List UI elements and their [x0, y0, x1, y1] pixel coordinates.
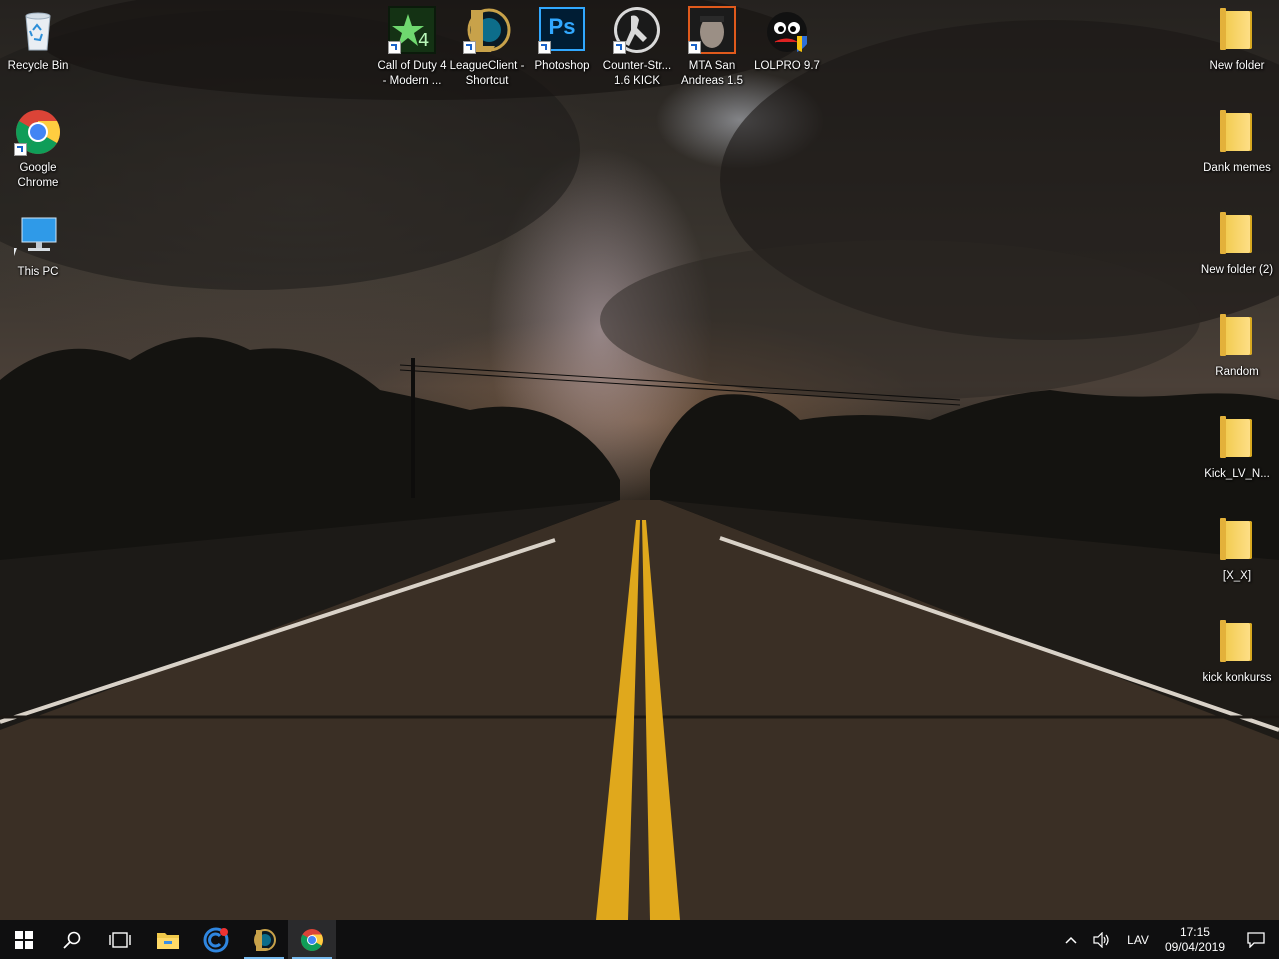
- shortcut-arrow-icon: [14, 143, 27, 156]
- computer-icon: [1, 212, 62, 260]
- lolpro-icon: [763, 6, 811, 54]
- folder-icon: [1213, 516, 1261, 564]
- photoshop-desktop-icon[interactable]: Ps Photoshop: [524, 6, 600, 74]
- desktop-icon-label: [X_X]: [1222, 570, 1252, 582]
- cod4-desktop-icon[interactable]: 4 Call of Duty 4 - Modern ...: [374, 6, 450, 89]
- photoshop-icon: Ps: [538, 6, 586, 54]
- desktop-icon-label: kick konkurss: [1202, 672, 1272, 684]
- search-icon: [63, 931, 81, 949]
- task-view-icon: [109, 931, 131, 948]
- file-explorer-button[interactable]: [144, 920, 192, 959]
- task-view-button[interactable]: [96, 920, 144, 959]
- notification-icon: [1247, 931, 1265, 948]
- folder-new-folder-2[interactable]: New folder (2): [1199, 210, 1275, 278]
- search-button[interactable]: [48, 920, 96, 959]
- desktop-icon-label: LOLPRO 9.7: [754, 60, 820, 72]
- folder-x-x[interactable]: [X_X]: [1199, 516, 1275, 584]
- desktop-icon-label: Photoshop: [534, 60, 590, 72]
- show-hidden-icons-button[interactable]: [1057, 920, 1085, 959]
- chrome-taskbar-button[interactable]: [288, 920, 336, 959]
- taskbar: LAV 17:15 09/04/2019: [0, 920, 1279, 959]
- start-button[interactable]: [0, 920, 48, 959]
- folder-icon: [1213, 414, 1261, 462]
- folder-icon: [157, 932, 179, 949]
- desktop-icon-label: Counter-Str... 1.6 KICK: [602, 60, 672, 87]
- clock-time: 17:15: [1179, 924, 1210, 939]
- clock-date: 09/04/2019: [1164, 939, 1225, 954]
- desktop-icon-label: LeagueClient - Shortcut: [449, 60, 525, 87]
- shortcut-arrow-icon: [688, 41, 701, 54]
- league-icon: [254, 928, 276, 951]
- shortcut-arrow-icon: [463, 41, 476, 54]
- lolpro-desktop-icon[interactable]: LOLPRO 9.7: [749, 6, 825, 74]
- desktop-icon-label: Call of Duty 4 - Modern ...: [377, 60, 447, 87]
- folder-icon: [1213, 210, 1261, 258]
- folder-new-folder[interactable]: New folder: [1199, 6, 1275, 74]
- shortcut-arrow-icon: [538, 41, 551, 54]
- league-taskbar-button[interactable]: [240, 920, 288, 959]
- desktop-icon-label: Dank memes: [1203, 162, 1271, 174]
- volume-button[interactable]: [1085, 920, 1119, 959]
- input-language-indicator[interactable]: LAV: [1119, 920, 1157, 959]
- mta-desktop-icon[interactable]: MTA San Andreas 1.5: [674, 6, 750, 89]
- chrome-desktop-icon[interactable]: Google Chrome: [0, 108, 76, 191]
- counter-strike-icon: [613, 6, 661, 54]
- clock[interactable]: 17:15 09/04/2019: [1157, 920, 1233, 959]
- leagueclient-desktop-icon[interactable]: LeagueClient - Shortcut: [449, 6, 525, 89]
- ccleaner-icon: [203, 927, 229, 952]
- folder-kick-konkurss[interactable]: kick konkurss: [1199, 618, 1275, 686]
- desktop-wallpaper: [0, 0, 1279, 920]
- desktop-icon-label: MTA San Andreas 1.5: [680, 60, 743, 87]
- desktop-icon-label: Random: [1215, 366, 1259, 378]
- desktop-icon-label: New folder (2): [1200, 264, 1274, 276]
- folder-dank-memes[interactable]: Dank memes: [1199, 108, 1275, 176]
- folder-kick-lv[interactable]: Kick_LV_N...: [1199, 414, 1275, 482]
- system-tray: LAV 17:15 09/04/2019: [1057, 920, 1279, 959]
- desktop-icon-label: This PC: [17, 266, 59, 278]
- shortcut-arrow-icon: [613, 41, 626, 54]
- windows-icon: [15, 930, 33, 949]
- folder-icon: [1213, 108, 1261, 156]
- this-pc-desktop-icon[interactable]: This PC: [0, 212, 76, 280]
- photoshop-badge-text: Ps: [548, 14, 576, 39]
- folder-icon: [1213, 618, 1261, 666]
- league-icon: [463, 6, 511, 54]
- desktop-icon-label: New folder: [1209, 60, 1265, 72]
- action-center-button[interactable]: [1233, 920, 1279, 959]
- counter-strike-desktop-icon[interactable]: Counter-Str... 1.6 KICK: [599, 6, 675, 89]
- folder-random[interactable]: Random: [1199, 312, 1275, 380]
- folder-icon: [1213, 6, 1261, 54]
- desktop-icon-label: Kick_LV_N...: [1204, 468, 1270, 480]
- mta-icon: [688, 6, 736, 54]
- volume-icon: [1093, 931, 1109, 948]
- desktop-icon-label: Google Chrome: [17, 162, 59, 189]
- folder-icon: [1213, 312, 1261, 360]
- desktop-icon-label: Recycle Bin: [7, 60, 69, 72]
- cod4-icon: 4: [388, 6, 436, 54]
- recycle-bin-icon: [14, 6, 62, 54]
- chrome-icon: [301, 928, 323, 951]
- recycle-bin-desktop-icon[interactable]: Recycle Bin: [0, 6, 76, 74]
- shortcut-arrow-icon: [388, 41, 401, 54]
- ccleaner-button[interactable]: [192, 920, 240, 959]
- chevron-up-icon: [1065, 936, 1077, 944]
- svg-text:4: 4: [418, 30, 429, 51]
- chrome-icon: [14, 108, 62, 156]
